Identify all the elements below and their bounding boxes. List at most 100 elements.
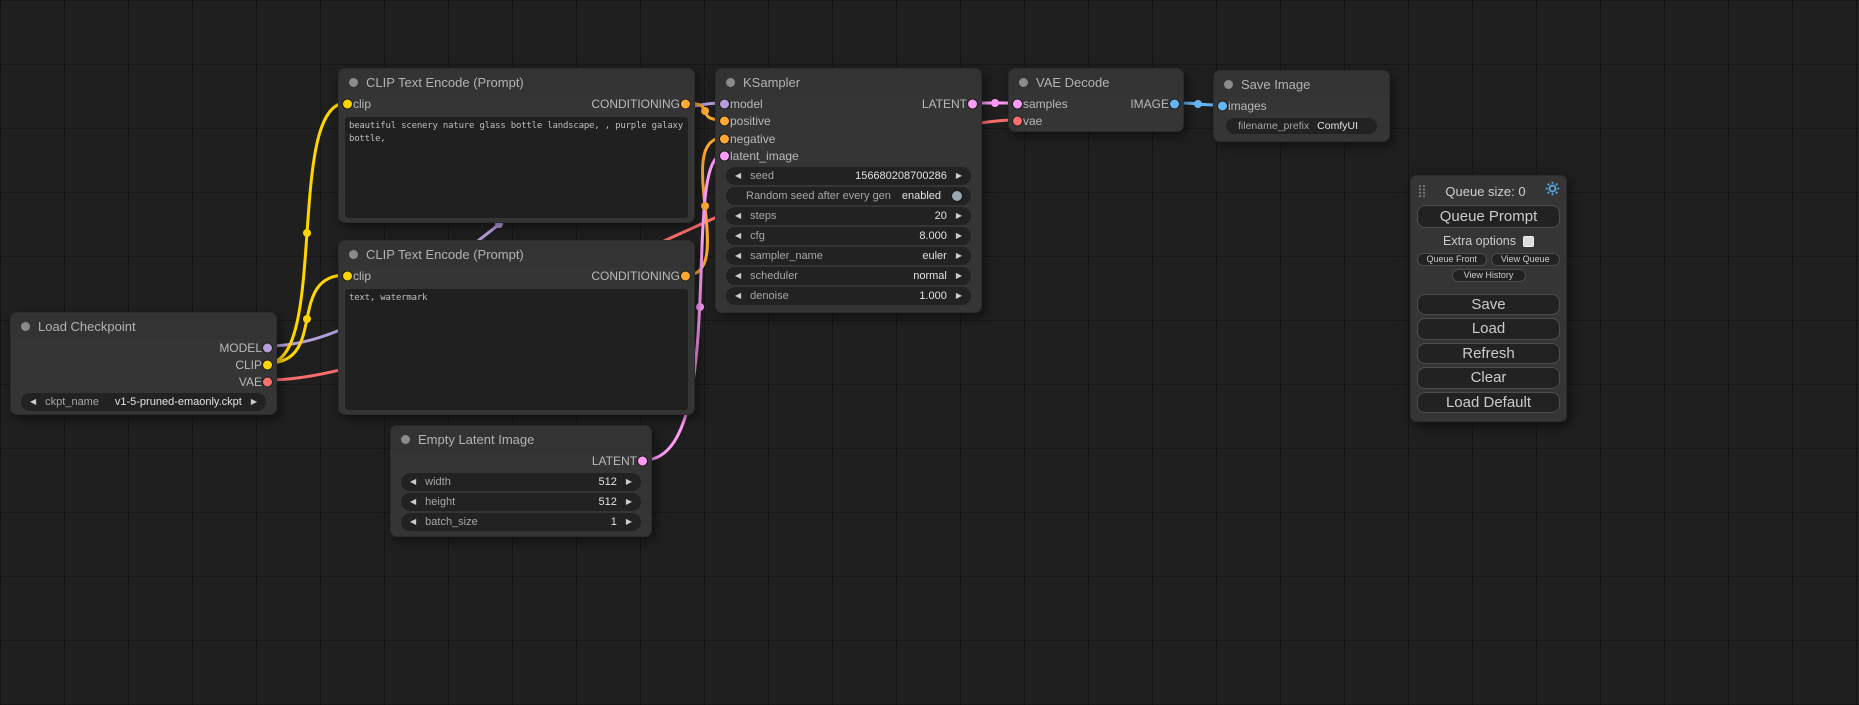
input-slot-latent-image[interactable]: [720, 152, 729, 161]
widget-value: ComfyUI: [1317, 120, 1358, 132]
increment-arrow-icon[interactable]: ▶: [956, 212, 962, 220]
widget-label: scheduler: [750, 270, 798, 282]
collapse-dot-icon[interactable]: [349, 78, 358, 87]
decrement-arrow-icon[interactable]: ◀: [735, 292, 741, 300]
prompt-textarea[interactable]: text, watermark: [345, 289, 688, 410]
decrement-arrow-icon[interactable]: ◀: [410, 498, 416, 506]
decrement-arrow-icon[interactable]: ◀: [410, 518, 416, 526]
increment-arrow-icon[interactable]: ▶: [626, 518, 632, 526]
collapse-dot-icon[interactable]: [21, 322, 30, 331]
decrement-arrow-icon[interactable]: ◀: [735, 232, 741, 240]
increment-arrow-icon[interactable]: ▶: [251, 398, 257, 406]
view-history-button[interactable]: View History: [1452, 269, 1526, 282]
output-slot-model[interactable]: [263, 343, 272, 352]
toggle-knob-icon[interactable]: [952, 191, 962, 201]
node-header[interactable]: CLIP Text Encode (Prompt): [339, 69, 694, 95]
save-button[interactable]: Save: [1417, 294, 1560, 315]
widget-value: 512: [598, 476, 616, 488]
slot-row: VAE: [11, 373, 276, 390]
node-vae-decode[interactable]: VAE Decode samples IMAGE vae: [1008, 68, 1184, 132]
slot-row: clip CONDITIONING: [339, 95, 694, 113]
widget-height[interactable]: ◀ height 512 ▶: [401, 493, 641, 511]
widget-sampler-name[interactable]: ◀ sampler_name euler ▶: [726, 247, 971, 265]
slot-row: samples IMAGE: [1009, 95, 1183, 113]
widget-seed[interactable]: ◀ seed 156680208700286 ▶: [726, 167, 971, 185]
decrement-arrow-icon[interactable]: ◀: [30, 398, 36, 406]
input-slot-positive[interactable]: [720, 117, 729, 126]
increment-arrow-icon[interactable]: ▶: [956, 172, 962, 180]
input-slot-negative[interactable]: [720, 134, 729, 143]
widget-ckpt-name[interactable]: ◀ ckpt_name v1-5-pruned-emaonly.ckpt ▶: [21, 393, 266, 411]
widget-filename-prefix[interactable]: filename_prefix ComfyUI: [1226, 118, 1377, 134]
decrement-arrow-icon[interactable]: ◀: [735, 212, 741, 220]
queue-front-button[interactable]: Queue Front: [1417, 253, 1487, 266]
output-slot-vae[interactable]: [263, 377, 272, 386]
node-header[interactable]: KSampler: [716, 69, 981, 95]
widget-scheduler[interactable]: ◀ scheduler normal ▶: [726, 267, 971, 285]
input-slot-model[interactable]: [720, 99, 729, 108]
node-ksampler[interactable]: KSampler model LATENT positive negative …: [715, 68, 982, 313]
input-slot-vae[interactable]: [1013, 117, 1022, 126]
decrement-arrow-icon[interactable]: ◀: [735, 172, 741, 180]
output-label-conditioning: CONDITIONING: [591, 269, 680, 283]
decrement-arrow-icon[interactable]: ◀: [410, 478, 416, 486]
extra-options-checkbox[interactable]: [1523, 236, 1534, 247]
increment-arrow-icon[interactable]: ▶: [956, 252, 962, 260]
node-clip-text-encode-negative[interactable]: CLIP Text Encode (Prompt) clip CONDITION…: [338, 240, 695, 415]
collapse-dot-icon[interactable]: [1019, 78, 1028, 87]
node-title: CLIP Text Encode (Prompt): [366, 247, 524, 262]
output-slot-clip[interactable]: [263, 360, 272, 369]
widget-value: 8.000: [919, 230, 947, 242]
queue-prompt-button[interactable]: Queue Prompt: [1417, 205, 1560, 228]
widget-steps[interactable]: ◀ steps 20 ▶: [726, 207, 971, 225]
output-slot-latent[interactable]: [638, 456, 647, 465]
load-button[interactable]: Load: [1417, 318, 1560, 339]
output-slot-latent[interactable]: [968, 99, 977, 108]
prompt-textarea[interactable]: beautiful scenery nature glass bottle la…: [345, 117, 688, 218]
load-default-button[interactable]: Load Default: [1417, 392, 1560, 413]
link-dot-conditioning-positive: [701, 107, 709, 115]
node-clip-text-encode-positive[interactable]: CLIP Text Encode (Prompt) clip CONDITION…: [338, 68, 695, 223]
input-slot-clip[interactable]: [343, 100, 352, 109]
increment-arrow-icon[interactable]: ▶: [956, 292, 962, 300]
decrement-arrow-icon[interactable]: ◀: [735, 272, 741, 280]
widget-batch-size[interactable]: ◀ batch_size 1 ▶: [401, 513, 641, 531]
increment-arrow-icon[interactable]: ▶: [626, 498, 632, 506]
node-header[interactable]: CLIP Text Encode (Prompt): [339, 241, 694, 267]
node-header[interactable]: Empty Latent Image: [391, 426, 651, 452]
decrement-arrow-icon[interactable]: ◀: [735, 252, 741, 260]
output-slot-conditioning[interactable]: [681, 100, 690, 109]
clear-button[interactable]: Clear: [1417, 367, 1560, 388]
node-header[interactable]: VAE Decode: [1009, 69, 1183, 95]
node-graph-canvas[interactable]: Load Checkpoint MODEL CLIP VAE ◀ ckpt_na…: [0, 0, 1859, 705]
spacer: [1417, 285, 1560, 294]
output-slot-conditioning[interactable]: [681, 272, 690, 281]
collapse-dot-icon[interactable]: [726, 78, 735, 87]
input-slot-samples[interactable]: [1013, 99, 1022, 108]
output-slot-image[interactable]: [1170, 99, 1179, 108]
input-slot-images[interactable]: [1218, 101, 1227, 110]
collapse-dot-icon[interactable]: [1224, 80, 1233, 89]
link-dot-conditioning-negative: [701, 202, 709, 210]
link-dot-latent-to-decode: [991, 99, 999, 107]
increment-arrow-icon[interactable]: ▶: [956, 232, 962, 240]
collapse-dot-icon[interactable]: [401, 435, 410, 444]
widget-cfg[interactable]: ◀ cfg 8.000 ▶: [726, 227, 971, 245]
node-empty-latent-image[interactable]: Empty Latent Image LATENT ◀ width 512 ▶ …: [390, 425, 652, 537]
drag-handle-icon[interactable]: [1418, 184, 1426, 198]
view-queue-button[interactable]: View Queue: [1491, 253, 1561, 266]
widget-width[interactable]: ◀ width 512 ▶: [401, 473, 641, 491]
collapse-dot-icon[interactable]: [349, 250, 358, 259]
input-slot-clip[interactable]: [343, 272, 352, 281]
increment-arrow-icon[interactable]: ▶: [626, 478, 632, 486]
node-title: Save Image: [1241, 77, 1310, 92]
settings-gear-icon[interactable]: [1545, 181, 1560, 201]
node-header[interactable]: Load Checkpoint: [11, 313, 276, 339]
refresh-button[interactable]: Refresh: [1417, 343, 1560, 364]
node-header[interactable]: Save Image: [1214, 71, 1389, 97]
node-save-image[interactable]: Save Image images filename_prefix ComfyU…: [1213, 70, 1390, 142]
node-load-checkpoint[interactable]: Load Checkpoint MODEL CLIP VAE ◀ ckpt_na…: [10, 312, 277, 415]
widget-denoise[interactable]: ◀ denoise 1.000 ▶: [726, 287, 971, 305]
increment-arrow-icon[interactable]: ▶: [956, 272, 962, 280]
widget-random-seed-toggle[interactable]: Random seed after every gen enabled: [726, 187, 971, 205]
